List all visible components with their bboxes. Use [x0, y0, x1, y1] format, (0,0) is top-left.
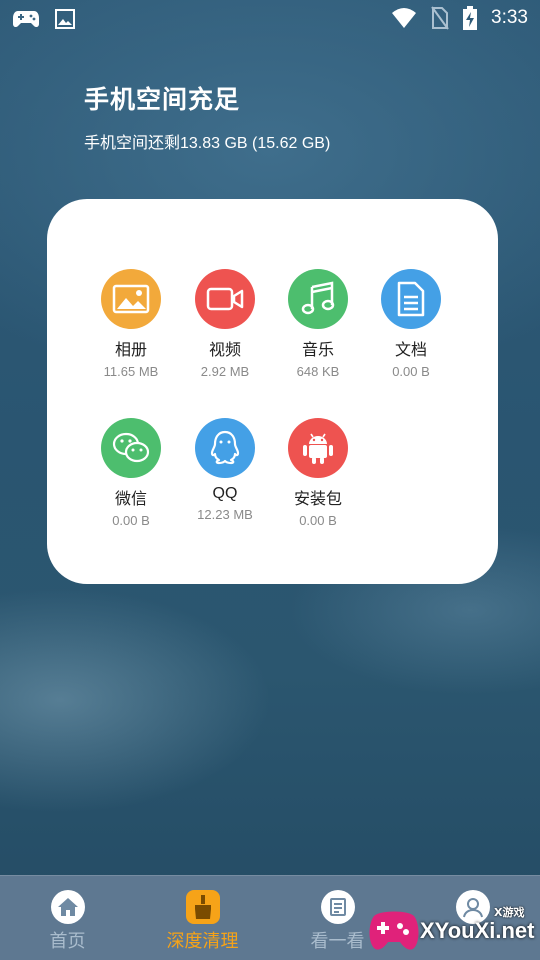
category-qq[interactable]: QQ 12.23 MB	[178, 418, 272, 522]
broom-icon	[185, 890, 220, 924]
tab-home[interactable]: 首页	[0, 876, 135, 960]
category-videos[interactable]: 视频 2.92 MB	[178, 269, 272, 379]
category-apk[interactable]: 安装包 0.00 B	[271, 418, 365, 528]
page-title: 手机空间充足	[84, 85, 241, 114]
photo-icon	[101, 269, 161, 329]
no-sim-icon	[431, 6, 449, 30]
category-size: 0.00 B	[299, 513, 337, 528]
wechat-icon	[101, 418, 161, 478]
category-size: 0.00 B	[392, 364, 430, 379]
tab-label: 首页	[49, 931, 86, 951]
category-label: 安装包	[293, 491, 342, 508]
image-icon	[54, 8, 76, 30]
screen: 3:33 手机空间充足 手机空间还剩13.83 GB (15.62 GB) 相册…	[0, 0, 540, 960]
battery-charging-icon	[463, 6, 478, 30]
category-photos[interactable]: 相册 11.65 MB	[84, 269, 178, 379]
category-label: 相册	[114, 342, 147, 359]
category-size: 11.65 MB	[103, 364, 159, 379]
android-icon	[288, 418, 348, 478]
watermark-logo-icon	[369, 911, 419, 950]
category-size: 648 KB	[296, 364, 340, 379]
category-size: 0.00 B	[112, 513, 150, 528]
watermark: X游戏 XYouXi.net	[366, 898, 536, 956]
category-label: 音乐	[301, 342, 334, 359]
watermark-text: XYouXi.net	[420, 918, 535, 943]
category-label: QQ	[212, 485, 238, 502]
game-controller-icon	[12, 8, 40, 30]
category-size: 2.92 MB	[200, 364, 250, 379]
status-time: 3:33	[491, 7, 528, 28]
category-label: 微信	[114, 491, 147, 508]
video-icon	[195, 269, 255, 329]
home-icon	[50, 890, 85, 924]
category-label: 视频	[208, 342, 241, 359]
document-icon	[381, 269, 441, 329]
category-documents[interactable]: 文档 0.00 B	[364, 269, 458, 379]
news-icon	[320, 890, 355, 924]
music-icon	[288, 269, 348, 329]
tab-deep-clean[interactable]: 深度清理	[135, 876, 270, 960]
qq-icon	[195, 418, 255, 478]
category-label: 文档	[394, 342, 427, 359]
category-music[interactable]: 音乐 648 KB	[271, 269, 365, 379]
category-card: 相册 11.65 MB 视频 2.92 MB 音乐 648 KB 文档 0.00…	[47, 199, 498, 584]
category-size: 12.23 MB	[197, 507, 253, 522]
tab-label: 深度清理	[166, 931, 239, 951]
category-wechat[interactable]: 微信 0.00 B	[84, 418, 178, 528]
wifi-icon	[391, 7, 417, 29]
status-bar: 3:33	[0, 0, 540, 38]
storage-summary: 手机空间还剩13.83 GB (15.62 GB)	[84, 135, 331, 152]
